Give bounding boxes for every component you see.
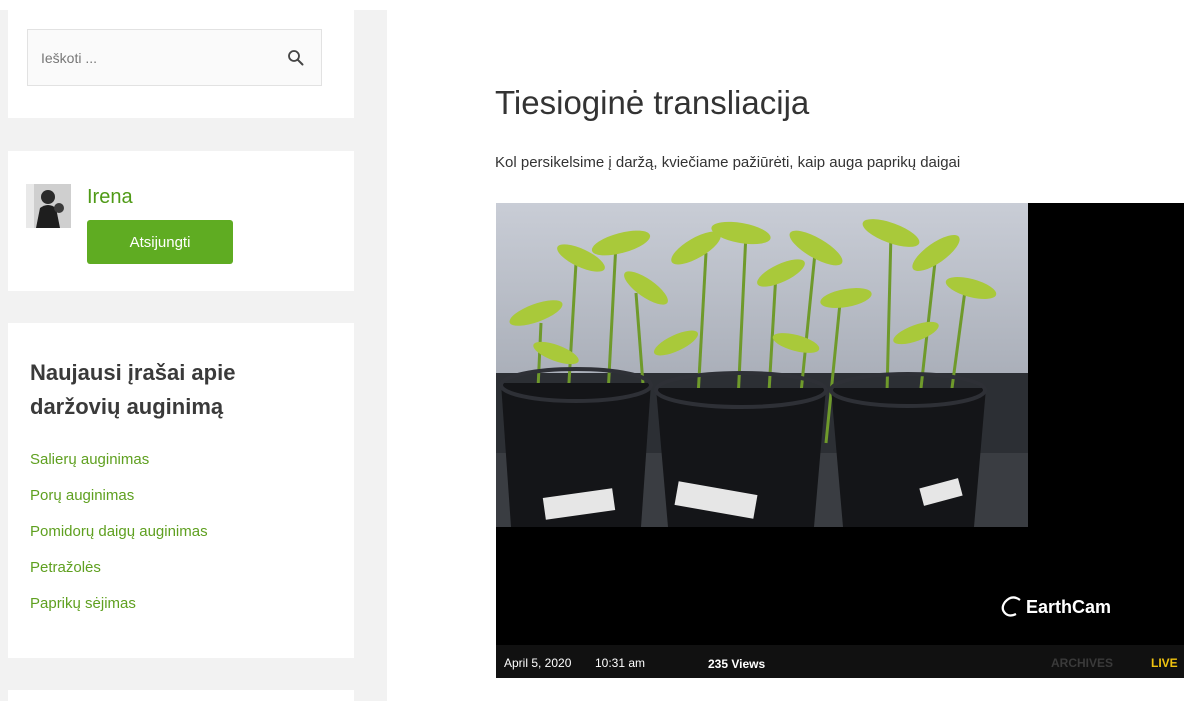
live-camera-player[interactable]: EarthCam April 5, 2020 10:31 am 235 View… — [496, 203, 1184, 678]
camera-views: 235 Views — [708, 657, 766, 671]
list-item: Pomidorų daigų auginimas — [30, 523, 208, 559]
archives-tab[interactable]: ARCHIVES — [1051, 656, 1113, 670]
post-link[interactable]: Pomidorų daigų auginimas — [30, 523, 208, 540]
search-widget — [8, 10, 354, 118]
logout-button[interactable]: Atsijungti — [87, 220, 233, 264]
earthcam-logo-text: EarthCam — [1026, 596, 1112, 617]
list-item: Porų auginimas — [30, 487, 208, 523]
next-widget — [8, 690, 354, 701]
user-widget: Irena Atsijungti — [8, 151, 354, 291]
camera-time: 10:31 am — [595, 656, 646, 670]
user-name[interactable]: Irena — [87, 186, 133, 209]
page-title: Tiesioginė transliacija — [495, 84, 810, 121]
camera-info-bar: April 5, 2020 10:31 am 235 Views ARCHIVE… — [496, 645, 1184, 678]
earthcam-logo: EarthCam — [1000, 596, 1111, 618]
post-link[interactable]: Salierų auginimas — [30, 451, 149, 468]
search-icon[interactable] — [287, 49, 305, 67]
search-form — [27, 29, 322, 86]
recent-posts-widget: Naujausi įrašai apie daržovių auginimą S… — [8, 323, 354, 658]
camera-date: April 5, 2020 — [504, 656, 572, 670]
list-item: Petražolės — [30, 559, 208, 595]
live-tab[interactable]: LIVE — [1151, 656, 1178, 670]
intro-text: Kol persikelsime į daržą, kviečiame paži… — [495, 154, 961, 171]
list-item: Salierų auginimas — [30, 451, 208, 487]
post-link[interactable]: Petražolės — [30, 559, 101, 576]
post-link[interactable]: Porų auginimas — [30, 487, 134, 504]
earthcam-swoosh-icon — [1001, 596, 1021, 617]
avatar — [26, 184, 71, 228]
camera-feed-image — [496, 203, 1028, 527]
list-item: Paprikų sėjimas — [30, 595, 208, 631]
recent-posts-title: Naujausi įrašai apie daržovių auginimą — [30, 360, 236, 419]
search-input[interactable] — [28, 30, 278, 85]
recent-posts-list: Salierų auginimas Porų auginimas Pomidor… — [30, 451, 208, 631]
post-link[interactable]: Paprikų sėjimas — [30, 595, 136, 612]
